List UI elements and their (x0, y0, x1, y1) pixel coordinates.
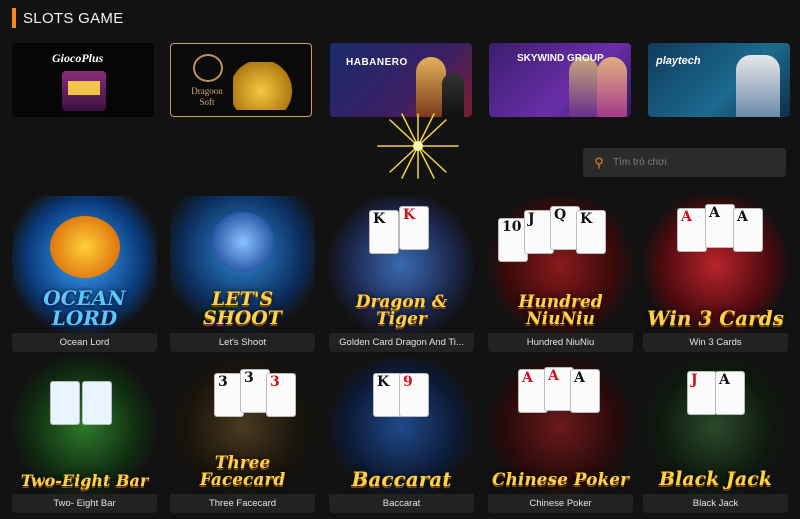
section-title: SLOTS GAME (23, 9, 124, 27)
game-thumbnail: 10 J Q K Hundred NiuNiu (488, 196, 633, 334)
character-icon (736, 55, 780, 117)
game-card-two-eight-bar[interactable]: Two-Eight Bar Two- Eight Bar (12, 357, 157, 515)
game-card-three-facecard[interactable]: 3 3 3 Three Facecard Three Facecard (170, 357, 315, 515)
playing-card-icon: K (576, 210, 606, 254)
provider-skywind[interactable]: SKYWIND GROUP (489, 43, 631, 117)
game-card-win-3-cards[interactable]: A A A Win 3 Cards Win 3 Cards (643, 196, 788, 354)
provider-dragoon-soft[interactable]: Dragoon Soft (170, 43, 312, 117)
game-card-chinese-poker[interactable]: A A A Chinese Poker Chinese Poker (488, 357, 633, 515)
mahjong-tile-icon (50, 381, 80, 425)
game-title: Ocean Lord (12, 333, 157, 352)
game-thumbnail: A A A Win 3 Cards (643, 196, 788, 334)
game-thumbnail: K K Dragon & Tiger (329, 196, 474, 334)
game-title: Chinese Poker (488, 494, 633, 513)
provider-logo-playtech: playtech (656, 55, 701, 67)
game-card-golden-card-dragon-tiger[interactable]: K K Dragon & Tiger Golden Card Dragon An… (329, 196, 474, 354)
game-logo: Three Facecard (199, 453, 286, 490)
search-icon: ⚲ (594, 154, 604, 170)
game-card-baccarat[interactable]: K 9 Baccarat Baccarat (329, 357, 474, 515)
game-thumbnail: Two-Eight Bar (12, 357, 157, 495)
firework-decoration (377, 113, 459, 179)
provider-giocoplus[interactable]: GiocoPlus (12, 43, 154, 117)
game-title: Hundred NiuNiu (488, 333, 633, 352)
playing-card-icon: K (369, 210, 399, 254)
provider-list: GiocoPlus Dragoon Soft HABANERO SKYWIND … (12, 43, 790, 119)
game-card-lets-shoot[interactable]: LET'S SHOOT Let's Shoot (170, 196, 315, 354)
game-title: Black Jack (643, 494, 788, 513)
game-card-ocean-lord[interactable]: OCEAN LORD Ocean Lord (12, 196, 157, 354)
game-logo: Hundred NiuNiu (518, 292, 603, 329)
playing-card-icon: A (733, 208, 763, 252)
game-logo: Chinese Poker (491, 470, 630, 490)
game-logo: Win 3 Cards (647, 306, 784, 330)
provider-logo-dragoon-soft: Dragoon Soft (191, 86, 223, 107)
game-card-hundred-niuniu[interactable]: 10 J Q K Hundred NiuNiu Hundred NiuNiu (488, 196, 633, 354)
dragon-icon (193, 54, 223, 82)
shark-mascot-icon (212, 212, 274, 272)
playing-card-icon: A (570, 369, 600, 413)
game-logo: OCEAN LORD (43, 286, 126, 330)
game-logo: Black Jack (659, 468, 772, 490)
gold-coins-icon (233, 62, 303, 110)
game-title: Baccarat (329, 494, 474, 513)
game-title: Let's Shoot (170, 333, 315, 352)
playing-card-icon: 9 (399, 373, 429, 417)
provider-logo-giocoplus: GiocoPlus (52, 51, 104, 65)
game-logo: Dragon & Tiger (355, 292, 448, 329)
shark-mascot-icon (50, 216, 120, 278)
character-icon (569, 57, 599, 117)
slot-machine-icon (62, 71, 106, 111)
playing-card-icon: A (715, 371, 745, 415)
playing-card-icon: J (687, 371, 717, 415)
game-thumbnail: A A A Chinese Poker (488, 357, 633, 495)
playing-card-icon: A (677, 208, 707, 252)
search-input[interactable] (611, 156, 775, 169)
game-logo: Two-Eight Bar (20, 471, 149, 490)
mahjong-tile-icon (82, 381, 112, 425)
provider-playtech[interactable]: playtech (648, 43, 790, 117)
game-logo: LET'S SHOOT (203, 288, 282, 329)
playing-card-icon: 3 (266, 373, 296, 417)
game-thumbnail: J A Black Jack (643, 357, 788, 495)
game-card-black-jack[interactable]: J A Black Jack Black Jack (643, 357, 788, 515)
game-thumbnail: OCEAN LORD (12, 196, 157, 334)
section-header: SLOTS GAME (12, 8, 124, 28)
playing-card-icon: K (399, 206, 429, 250)
game-thumbnail: K 9 Baccarat (329, 357, 474, 495)
game-title: Three Facecard (170, 494, 315, 513)
search-box[interactable]: ⚲ (583, 148, 786, 177)
game-logo: Baccarat (351, 467, 452, 491)
game-title: Golden Card Dragon And Ti... (329, 333, 474, 352)
playing-card-icon: A (705, 204, 735, 248)
game-thumbnail: LET'S SHOOT (170, 196, 315, 334)
game-title: Win 3 Cards (643, 333, 788, 352)
game-thumbnail: 3 3 3 Three Facecard (170, 357, 315, 495)
character-icon (597, 57, 627, 117)
provider-logo-habanero: HABANERO (346, 57, 408, 68)
provider-logo-skywind: SKYWIND GROUP (517, 53, 604, 64)
game-title: Two- Eight Bar (12, 494, 157, 513)
section-accent-bar (12, 8, 16, 28)
provider-habanero[interactable]: HABANERO (330, 43, 472, 117)
